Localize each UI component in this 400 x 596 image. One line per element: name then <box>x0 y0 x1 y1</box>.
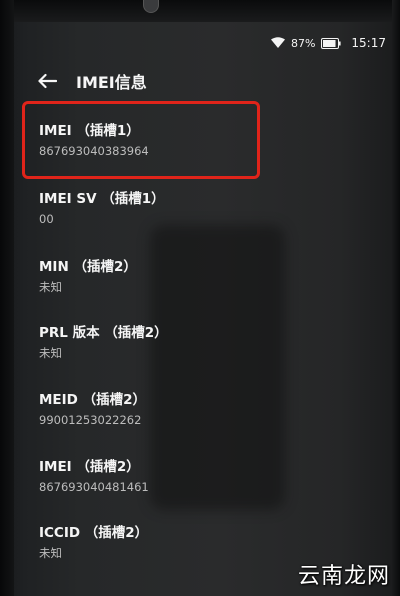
item-title: ICCID （插槽2） <box>39 525 149 541</box>
list-item-imei-sv-slot1[interactable]: IMEI SV （插槽1） 00 <box>39 190 359 227</box>
phone-screen: 87% 15:17 IMEI信息 IMEI （插槽1） 867693040383… <box>0 0 400 596</box>
item-title: IMEI （插槽2） <box>39 459 140 475</box>
list-item-imei-slot2[interactable]: IMEI （插槽2） 867693040481461 <box>39 458 359 495</box>
list-item-min-slot2[interactable]: MIN （插槽2） 未知 <box>39 258 359 295</box>
item-title: PRL 版本 （插槽2） <box>39 325 168 341</box>
item-value: 867693040481461 <box>39 480 149 494</box>
list-item-meid-slot2[interactable]: MEID （插槽2） 99001253022262 <box>39 391 359 428</box>
imei-info-list: IMEI （插槽1） 867693040383964 IMEI SV （插槽1）… <box>0 0 400 596</box>
item-value: 未知 <box>39 346 62 360</box>
highlight-annotation-box <box>22 101 260 179</box>
watermark: 云南龙网 <box>297 564 390 589</box>
item-title: IMEI SV （插槽1） <box>39 191 165 207</box>
item-value: 99001253022262 <box>39 413 142 427</box>
item-title: MIN （插槽2） <box>39 259 137 275</box>
item-value: 未知 <box>39 280 62 294</box>
list-item-iccid-slot2[interactable]: ICCID （插槽2） 未知 <box>39 524 359 561</box>
item-title: MEID （插槽2） <box>39 392 146 408</box>
list-item-prl-version-slot2[interactable]: PRL 版本 （插槽2） 未知 <box>39 324 359 361</box>
item-value: 00 <box>39 212 54 226</box>
